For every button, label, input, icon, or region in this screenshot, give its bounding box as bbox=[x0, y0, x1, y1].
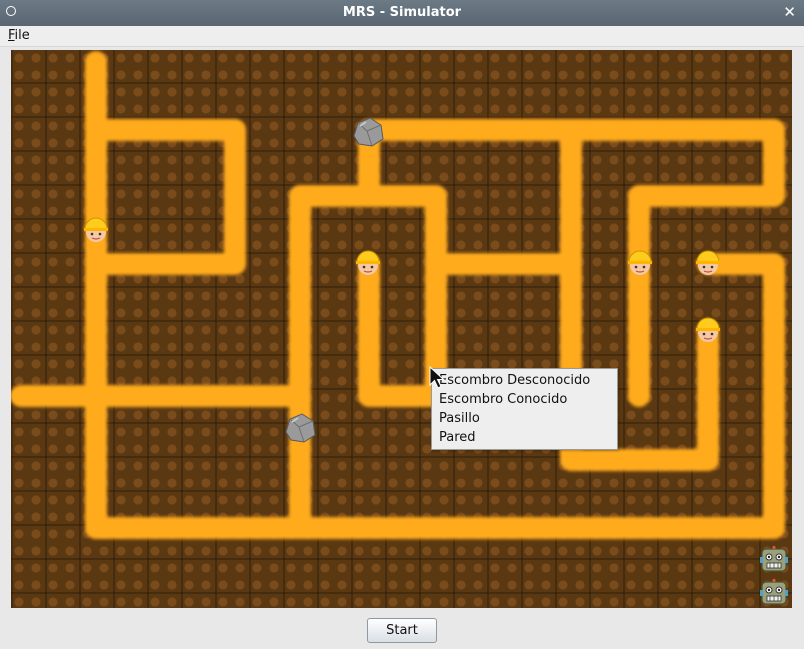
robot-icon[interactable] bbox=[759, 578, 789, 608]
robot-icon[interactable] bbox=[759, 545, 789, 575]
menu-item-escombro-conocido[interactable]: Escombro Conocido bbox=[439, 392, 567, 407]
window-title: MRS - Simulator bbox=[342, 5, 462, 20]
corridors bbox=[11, 51, 785, 539]
worker-helmet-icon[interactable] bbox=[693, 247, 723, 277]
maze-board[interactable] bbox=[11, 50, 792, 608]
start-button[interactable]: Start bbox=[367, 618, 437, 643]
worker-helmet-icon[interactable] bbox=[353, 247, 383, 277]
mouse-pointer-icon bbox=[429, 366, 445, 389]
worker-helmet-icon[interactable] bbox=[693, 314, 723, 344]
worker-helmet-icon[interactable] bbox=[81, 214, 111, 244]
menu-bar: File bbox=[0, 26, 804, 47]
menu-file[interactable]: File bbox=[8, 28, 30, 43]
rock-icon[interactable] bbox=[350, 114, 386, 150]
menu-item-pared[interactable]: Pared bbox=[439, 430, 476, 445]
corridor-layer bbox=[11, 51, 785, 539]
close-icon[interactable]: ✕ bbox=[783, 3, 796, 21]
menu-item-escombro-desconocido[interactable]: Escombro Desconocido bbox=[439, 373, 590, 388]
rock-icon[interactable] bbox=[282, 410, 318, 446]
worker-helmet-icon[interactable] bbox=[625, 247, 655, 277]
title-bar: MRS - Simulator ✕ bbox=[0, 0, 804, 26]
menu-file-rest: ile bbox=[14, 28, 30, 43]
menu-item-pasillo[interactable]: Pasillo bbox=[439, 411, 480, 426]
cell-type-context-menu: Escombro Desconocido Escombro Conocido P… bbox=[431, 368, 618, 450]
